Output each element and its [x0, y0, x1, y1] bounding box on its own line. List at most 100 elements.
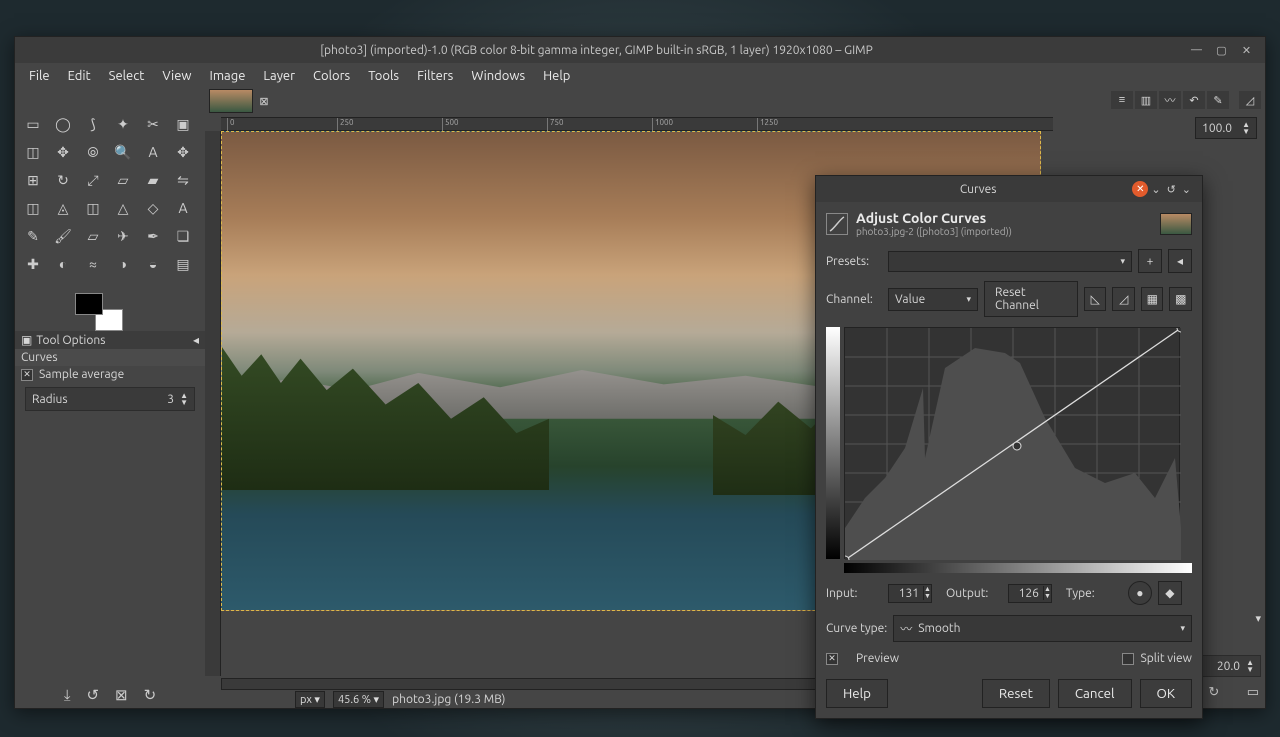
clone-icon[interactable]: ❏	[169, 223, 197, 249]
hist-log-icon[interactable]: ▩	[1169, 287, 1192, 311]
text-tool-icon[interactable]: A	[139, 139, 167, 165]
log-hist-icon[interactable]: ◿	[1112, 287, 1135, 311]
text2-icon[interactable]: A	[169, 195, 197, 221]
perspective-icon[interactable]: ▰	[139, 167, 167, 193]
presets-dropdown[interactable]: ▾	[888, 251, 1132, 272]
maximize-button[interactable]: ▢	[1213, 42, 1230, 59]
eraser-icon[interactable]: ▱	[79, 223, 107, 249]
preset-menu-button[interactable]: ◂	[1168, 249, 1192, 273]
brush-icon[interactable]: 🖌	[49, 223, 77, 249]
rotate-icon[interactable]: ↻	[49, 167, 77, 193]
crop-icon[interactable]: ◫	[19, 139, 47, 165]
menu-windows[interactable]: Windows	[463, 66, 533, 86]
dock-menu-icon[interactable]: ◂	[193, 333, 199, 347]
ruler-horizontal[interactable]: 025050075010001250	[221, 117, 1053, 131]
image-tab-close-icon[interactable]: ⊠	[255, 92, 273, 110]
brush-tab-icon[interactable]: ✎	[1207, 91, 1229, 109]
cage-icon[interactable]: ◫	[19, 195, 47, 221]
unit-select[interactable]: px ▾	[295, 691, 325, 708]
zoom-icon[interactable]: 🔍	[109, 139, 137, 165]
layers-tab-icon[interactable]: ≡	[1111, 91, 1133, 109]
warp-icon[interactable]: ◬	[49, 195, 77, 221]
wand-icon[interactable]: ✦	[109, 111, 137, 137]
ellipse-select-icon[interactable]: ◯	[49, 111, 77, 137]
cancel-button[interactable]: Cancel	[1058, 679, 1132, 708]
output-spinbox[interactable]: 126 ▲▼	[1008, 584, 1052, 603]
menu-image[interactable]: Image	[202, 66, 254, 86]
dialog-expand-icon[interactable]: ⌄	[1179, 183, 1194, 196]
help-button[interactable]: Help	[826, 679, 888, 708]
menu-file[interactable]: File	[21, 66, 58, 86]
ink-icon[interactable]: ✒	[139, 223, 167, 249]
channels-tab-icon[interactable]: ▥	[1135, 91, 1157, 109]
open-brush-icon[interactable]: ▭	[1247, 685, 1259, 704]
reset-button[interactable]: Reset	[982, 679, 1050, 708]
flip-icon[interactable]: ⇋	[169, 167, 197, 193]
save-preset-icon[interactable]: ⤓	[64, 686, 71, 704]
fg-select-icon[interactable]: ▣	[169, 111, 197, 137]
move-icon[interactable]: ✥	[169, 139, 197, 165]
ok-button[interactable]: OK	[1140, 679, 1192, 708]
bucket-icon[interactable]: ▤	[169, 251, 197, 277]
point-corner-icon[interactable]: ◆	[1158, 581, 1182, 605]
fg-bg-swatch[interactable]	[75, 293, 123, 331]
point-smooth-icon[interactable]: ●	[1128, 581, 1152, 605]
eyedropper-icon[interactable]: ⦾	[79, 139, 107, 165]
menu-colors[interactable]: Colors	[305, 66, 358, 86]
dialog-collapse-icon[interactable]: ⌄	[1148, 183, 1163, 196]
split-view-checkbox[interactable]	[1122, 653, 1134, 665]
curve-editor[interactable]	[844, 327, 1180, 559]
menu-layer[interactable]: Layer	[255, 66, 303, 86]
reset-icon[interactable]: ↻	[144, 686, 157, 704]
menu-tools[interactable]: Tools	[360, 66, 407, 86]
menu-filters[interactable]: Filters	[409, 66, 461, 86]
3d-icon[interactable]: △	[109, 195, 137, 221]
image-tab[interactable]: ⊠	[209, 89, 273, 113]
expand-icon[interactable]: ◿	[1239, 91, 1261, 109]
measure-icon[interactable]: ◫	[79, 195, 107, 221]
shear-icon[interactable]: ▱	[109, 167, 137, 193]
fg-color[interactable]	[75, 293, 103, 315]
undo-tab-icon[interactable]: ↶	[1183, 91, 1205, 109]
delete-preset-icon[interactable]: ⊠	[115, 686, 128, 704]
channel-dropdown[interactable]: Value▾	[888, 288, 978, 311]
refresh-brush-icon[interactable]: ↻	[1208, 685, 1219, 704]
handle-icon[interactable]: ◇	[139, 195, 167, 221]
input-spinbox[interactable]: 131 ▲▼	[888, 584, 932, 603]
radius-spinbox[interactable]: Radius 3 ▲▼	[25, 387, 195, 411]
linear-hist-icon[interactable]: ◺	[1084, 287, 1107, 311]
menu-select[interactable]: Select	[101, 66, 153, 86]
curve-type-dropdown[interactable]: 〰 Smooth ▾	[893, 615, 1192, 642]
lasso-icon[interactable]: ⟆	[79, 111, 107, 137]
minimize-button[interactable]: —	[1188, 42, 1205, 59]
sample-average-checkbox[interactable]: ✕	[21, 369, 33, 381]
reset-channel-button[interactable]: Reset Channel	[984, 281, 1078, 317]
preview-checkbox[interactable]: ✕	[826, 653, 838, 665]
transform-icon[interactable]: ✥	[49, 139, 77, 165]
airbrush-icon[interactable]: ✈	[109, 223, 137, 249]
menu-help[interactable]: Help	[535, 66, 578, 86]
dialog-close-icon[interactable]: ✕	[1132, 181, 1148, 197]
heal-icon[interactable]: ✚	[19, 251, 47, 277]
align-icon[interactable]: ⊞	[19, 167, 47, 193]
burn-icon[interactable]: ◒	[139, 251, 167, 277]
zoom-spinbox[interactable]: 100.0 ▲▼	[1195, 117, 1257, 139]
scale-icon[interactable]: ⤢	[79, 167, 107, 193]
hist-lin-icon[interactable]: ▦	[1141, 287, 1164, 311]
menu-edit[interactable]: Edit	[60, 66, 99, 86]
menu-view[interactable]: View	[154, 66, 199, 86]
ruler-vertical[interactable]	[205, 131, 221, 676]
rect-select-icon[interactable]: ▭	[19, 111, 47, 137]
paths-tab-icon[interactable]: 〰	[1159, 91, 1181, 109]
blur-icon[interactable]: ◐	[49, 251, 77, 277]
radius-down[interactable]: ▼	[180, 399, 188, 406]
close-button[interactable]: ✕	[1238, 42, 1255, 59]
smudge-icon[interactable]: ≈	[79, 251, 107, 277]
zoom-select[interactable]: 45.6 % ▾	[333, 691, 384, 708]
restore-icon[interactable]: ↺	[86, 686, 99, 704]
dodge-icon[interactable]: ◑	[109, 251, 137, 277]
add-preset-button[interactable]: +	[1138, 249, 1162, 273]
brush-list-chevron-icon[interactable]: ▾	[1255, 612, 1261, 625]
pencil-icon[interactable]: ✎	[19, 223, 47, 249]
dialog-reset-icon[interactable]: ↺	[1164, 183, 1179, 196]
